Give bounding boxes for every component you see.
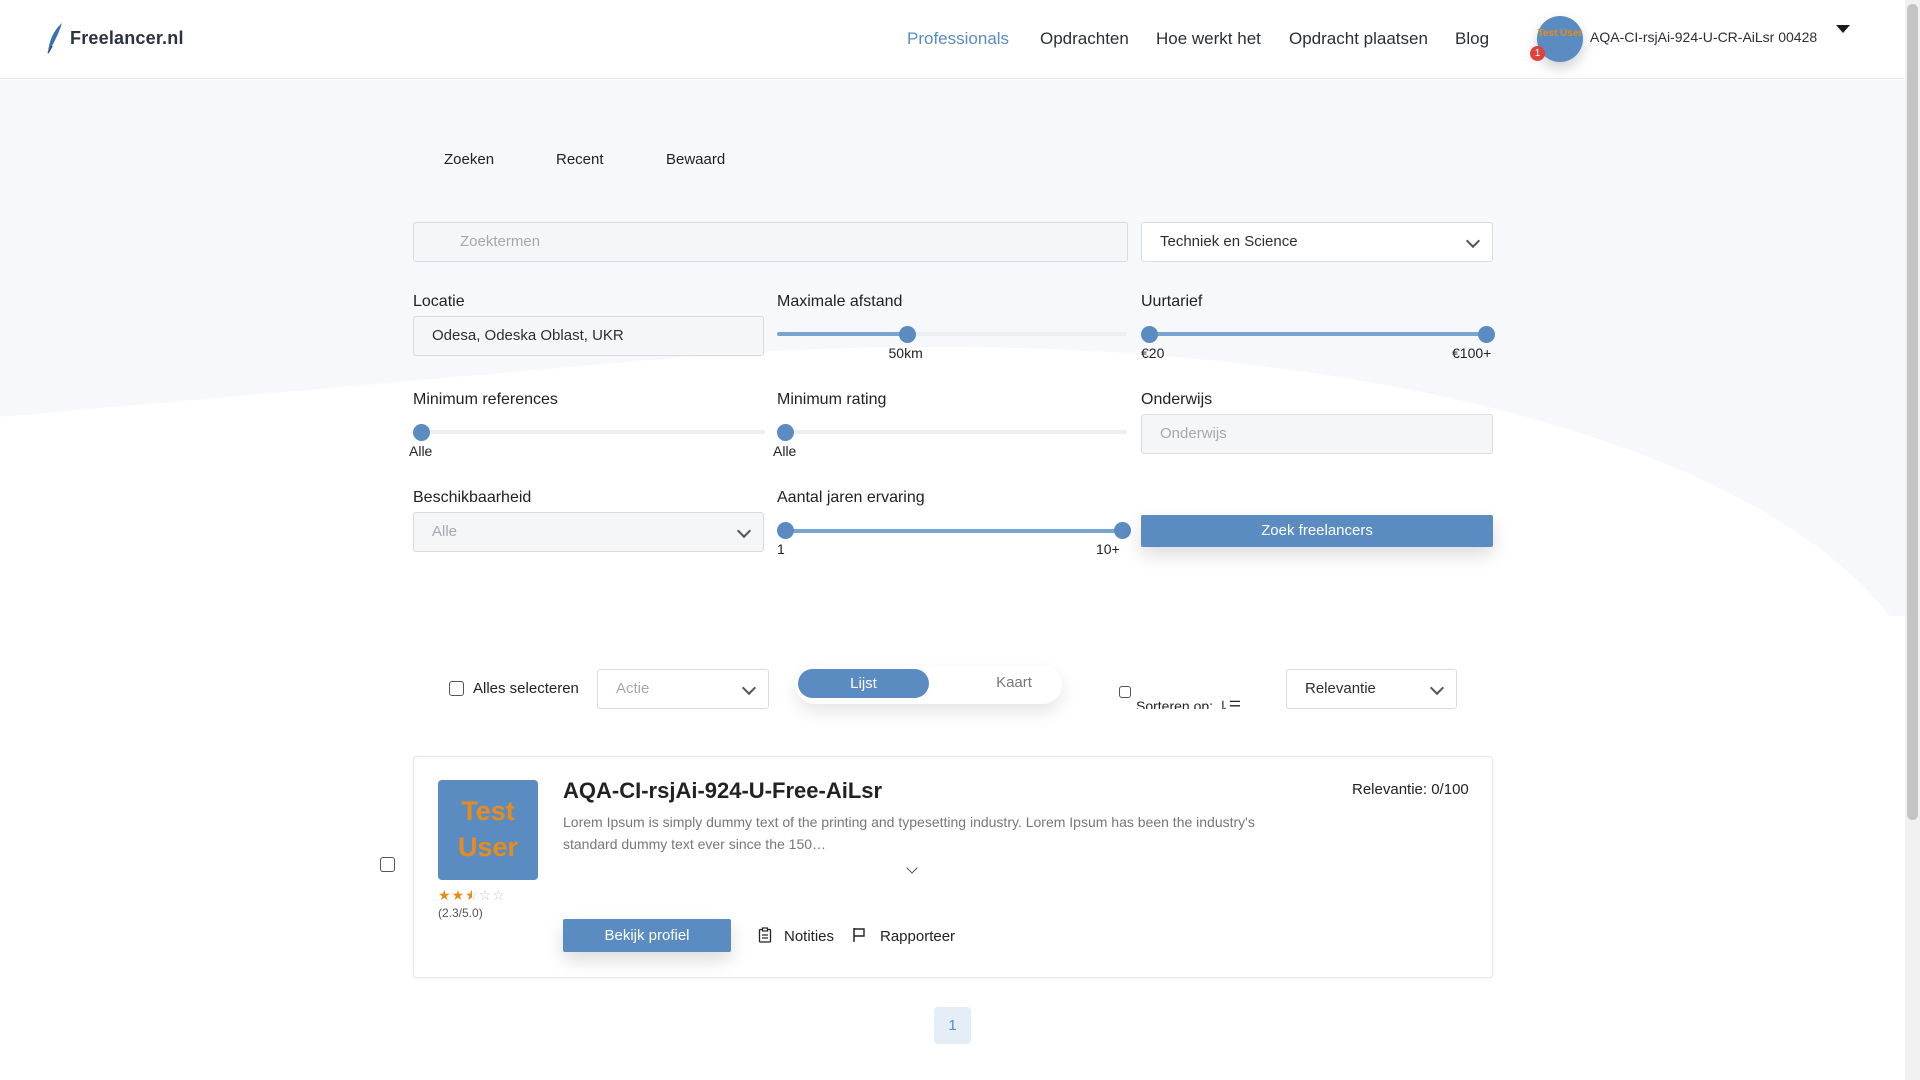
hourly-rate-min-value: €20: [1141, 345, 1165, 361]
experience-max-value: 10+: [1096, 541, 1120, 557]
hourly-rate-max-value: €100+: [1452, 345, 1492, 361]
hourly-rate-label: Uurtarief: [1141, 293, 1203, 310]
search-panel-background: [0, 80, 1905, 616]
experience-min-value: 1: [777, 541, 785, 557]
min-rating-label: Minimum rating: [777, 391, 887, 408]
freelancer-photo[interactable]: Test User: [438, 780, 538, 880]
freelancer-name[interactable]: AQA-CI-rsjAi-924-U-Free-AiLsr: [563, 778, 882, 804]
relevance-score: Relevantie: 0/100: [1352, 781, 1469, 798]
freelancer-description: Lorem Ipsum is simply dummy text of the …: [563, 814, 1255, 852]
keyword-search-input[interactable]: Zoektermen: [413, 222, 1128, 262]
min-rating-slider-track[interactable]: [777, 430, 1127, 434]
hourly-rate-max-handle[interactable]: [1478, 326, 1495, 343]
education-label: Onderwijs: [1141, 391, 1213, 408]
chevron-down-icon: [1465, 233, 1481, 249]
education-input[interactable]: Onderwijs: [1141, 414, 1493, 454]
bulk-action-select-value: Actie: [616, 680, 650, 697]
min-references-label: Minimum references: [413, 391, 558, 408]
tab-bewaard[interactable]: Bewaard: [666, 151, 725, 168]
min-rating-value: Alle: [773, 443, 797, 459]
location-input[interactable]: Odesa, Odeska Oblast, UKR: [413, 316, 764, 356]
star-empty-icon: ☆: [492, 887, 506, 903]
chevron-down-icon: [736, 523, 752, 539]
experience-slider-track[interactable]: [784, 529, 1122, 533]
star-full-icon: ★: [438, 887, 452, 903]
experience-min-handle[interactable]: [777, 522, 794, 539]
clipboard-icon: [758, 927, 772, 943]
notes-label: Notities: [784, 928, 835, 945]
pagination-page-1[interactable]: 1: [934, 1007, 971, 1044]
chevron-down-icon: [741, 680, 757, 696]
notes-button[interactable]: Notities: [758, 927, 834, 945]
user-menu-caret-icon[interactable]: [1836, 25, 1850, 33]
sort-direction-checkbox[interactable]: [1119, 686, 1131, 698]
distance-slider-fill: [777, 332, 907, 336]
star-half-icon: ☆★: [465, 887, 479, 903]
flag-icon: [853, 928, 865, 942]
rating-text: (2.3/5.0): [438, 906, 483, 920]
availability-select-value: Alle: [432, 523, 458, 540]
tab-zoeken[interactable]: Zoeken: [444, 151, 494, 168]
availability-select[interactable]: Alle: [413, 512, 764, 552]
location-label: Locatie: [413, 293, 465, 310]
category-select[interactable]: Techniek en Science: [1141, 222, 1493, 262]
report-button[interactable]: Rapporteer: [852, 927, 955, 945]
nav-blog[interactable]: Blog: [1455, 29, 1489, 49]
notification-badge[interactable]: 1: [1530, 46, 1545, 61]
select-all-label[interactable]: Alles selecteren: [473, 680, 579, 697]
rating-stars: ★★☆★☆☆: [438, 887, 506, 904]
availability-label: Beschikbaarheid: [413, 489, 532, 506]
sort-select-value: Relevantie: [1305, 680, 1376, 697]
hourly-rate-slider-track[interactable]: [1149, 332, 1486, 336]
view-profile-button[interactable]: Bekijk profiel: [563, 919, 731, 952]
site-logo[interactable]: Freelancer.nl: [46, 22, 184, 54]
user-name[interactable]: AQA-CI-rsjAi-924-U-CR-AiLsr 00428: [1590, 29, 1817, 45]
star-empty-icon: ☆: [478, 887, 493, 903]
logo-text: Freelancer.nl: [70, 27, 184, 48]
view-list-button[interactable]: Lijst: [798, 669, 929, 698]
min-references-slider-handle[interactable]: [413, 424, 430, 441]
search-freelancers-button[interactable]: Zoek freelancers: [1141, 515, 1493, 547]
min-references-value: Alle: [409, 443, 433, 459]
star-full-icon: ★: [451, 887, 466, 903]
page-scrollbar-thumb[interactable]: [1907, 4, 1918, 820]
tab-recent[interactable]: Recent: [556, 151, 604, 168]
nav-opdracht-plaatsen[interactable]: Opdracht plaatsen: [1289, 29, 1428, 49]
nav-professionals[interactable]: Professionals: [907, 29, 1009, 49]
top-navigation-bar: Freelancer.nl Professionals Opdrachten H…: [0, 0, 1905, 79]
distance-slider-handle[interactable]: [898, 326, 916, 343]
result-select-checkbox[interactable]: [380, 857, 395, 872]
distance-value: 50km: [888, 345, 923, 361]
hourly-rate-min-handle[interactable]: [1141, 326, 1158, 343]
sort-label: Sorteren op: ⇂☰: [1136, 698, 1240, 709]
min-rating-slider-handle[interactable]: [777, 424, 794, 441]
nav-hoe-werkt-het[interactable]: Hoe werkt het: [1156, 29, 1261, 49]
feather-logo-icon: [47, 23, 62, 54]
select-all-checkbox[interactable]: [449, 681, 464, 696]
nav-opdrachten[interactable]: Opdrachten: [1040, 29, 1129, 49]
report-label: Rapporteer: [880, 928, 956, 945]
experience-max-handle[interactable]: [1114, 522, 1131, 539]
experience-label: Aantal jaren ervaring: [777, 489, 925, 506]
bulk-action-select[interactable]: Actie: [597, 669, 769, 709]
min-references-slider-track[interactable]: [413, 430, 765, 434]
view-map-button[interactable]: Kaart: [960, 674, 1068, 691]
distance-label: Maximale afstand: [777, 293, 903, 310]
category-select-value: Techniek en Science: [1160, 233, 1298, 250]
sort-label-clip: Sorteren op: ⇂☰: [1136, 695, 1240, 709]
chevron-down-icon: [1429, 680, 1445, 696]
sort-select[interactable]: Relevantie: [1286, 669, 1457, 709]
